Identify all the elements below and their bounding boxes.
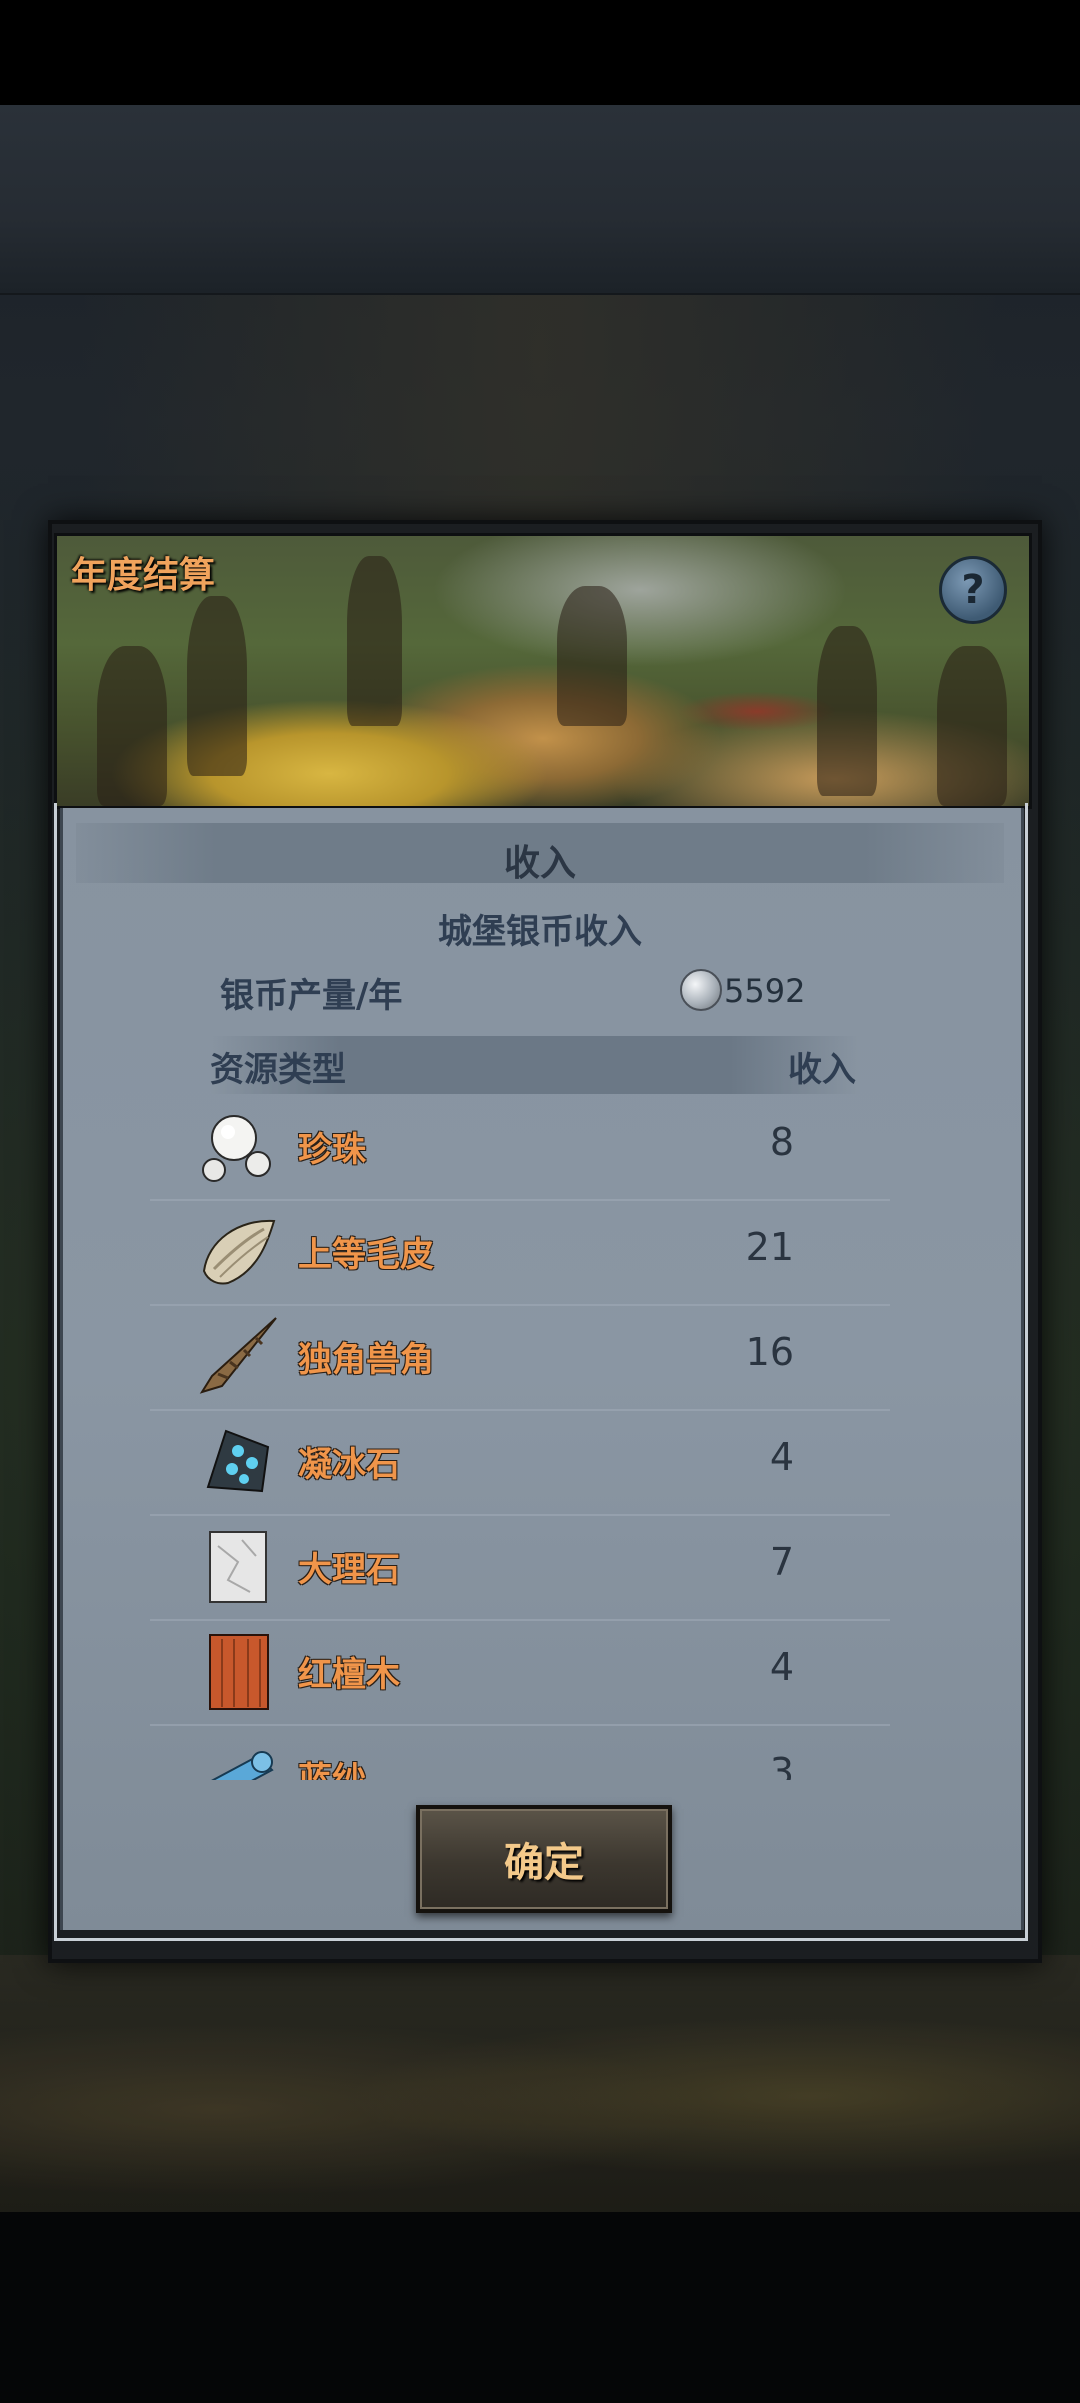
bottom-nav-area bbox=[0, 2212, 1080, 2403]
resource-name: 蓝纱 bbox=[298, 1760, 366, 1780]
blue-gauze-icon bbox=[211, 1751, 274, 1780]
silver-output-label: 银币产量/年 bbox=[220, 976, 403, 1016]
list-item: 独角兽角 16 bbox=[150, 1304, 890, 1411]
confirm-button[interactable]: 确定 bbox=[416, 1805, 672, 1913]
list-item: 红檀木 4 bbox=[150, 1619, 890, 1726]
resource-name: 红檀木 bbox=[298, 1655, 400, 1695]
dialog-title: 年度结算 bbox=[71, 555, 216, 596]
unicorn-horn-icon bbox=[199, 1317, 277, 1394]
list-item: 凝冰石 4 bbox=[150, 1409, 890, 1516]
status-bar-area bbox=[0, 0, 1080, 105]
top-header-strip bbox=[0, 105, 1080, 295]
resource-name: 凝冰石 bbox=[298, 1445, 400, 1485]
list-item: 蓝纱 3 bbox=[150, 1724, 890, 1780]
pearl-icon bbox=[202, 1115, 271, 1182]
fur-icon bbox=[202, 1219, 276, 1285]
resource-income: 4 bbox=[769, 1645, 794, 1689]
resource-income: 3 bbox=[769, 1750, 794, 1780]
marble-icon bbox=[209, 1531, 267, 1603]
red-sandalwood-icon bbox=[209, 1634, 269, 1710]
banner-figure bbox=[817, 626, 877, 796]
ice-stone-icon bbox=[206, 1429, 270, 1493]
column-header-resource-type: 资源类型 bbox=[210, 1050, 346, 1090]
resource-name: 珍珠 bbox=[298, 1130, 366, 1170]
resource-name: 上等毛皮 bbox=[298, 1235, 434, 1275]
section-title: 收入 bbox=[503, 843, 576, 884]
resource-list[interactable]: 珍珠 8 上等毛皮 21 独角兽角 16 凝冰石 4 大理石 7 红檀木 4 蓝… bbox=[150, 1094, 890, 1780]
harvest-banner-image: 年度结算 ? bbox=[54, 533, 1032, 809]
banner-figure bbox=[187, 596, 247, 776]
column-header-income: 收入 bbox=[788, 1050, 856, 1090]
castle-silver-income-title: 城堡银币收入 bbox=[438, 912, 642, 952]
banner-figure bbox=[97, 646, 167, 806]
list-item: 上等毛皮 21 bbox=[150, 1199, 890, 1306]
list-item: 珍珠 8 bbox=[150, 1094, 890, 1201]
silver-coin-icon bbox=[680, 969, 722, 1011]
silver-output-value: 5592 bbox=[724, 972, 806, 1010]
banner-figure bbox=[937, 646, 1007, 806]
resource-income: 7 bbox=[769, 1540, 794, 1584]
resource-name: 独角兽角 bbox=[298, 1340, 434, 1380]
resource-income: 21 bbox=[745, 1225, 794, 1269]
banner-figure bbox=[347, 556, 402, 726]
resource-income: 4 bbox=[769, 1435, 794, 1479]
resource-income: 8 bbox=[769, 1120, 794, 1164]
resource-income: 16 bbox=[745, 1330, 794, 1374]
help-button[interactable]: ? bbox=[939, 556, 1007, 624]
question-mark-icon: ? bbox=[961, 567, 985, 613]
banner-figure bbox=[557, 586, 627, 726]
background-harvest-scene bbox=[0, 1955, 1080, 2212]
resource-name: 大理石 bbox=[298, 1550, 400, 1590]
list-item: 大理石 7 bbox=[150, 1514, 890, 1621]
